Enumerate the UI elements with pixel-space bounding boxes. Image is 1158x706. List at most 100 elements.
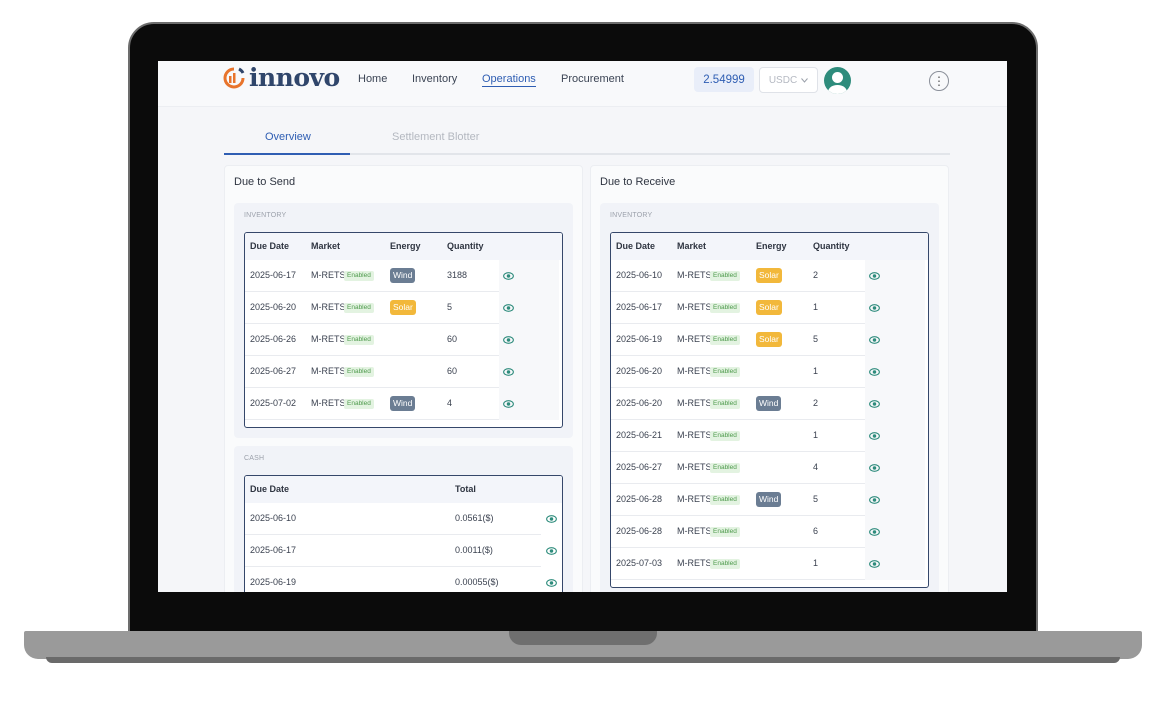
table-row[interactable]: 2025-06-26 M-RETS Enabled 60	[245, 324, 562, 356]
view-details-icon[interactable]	[869, 463, 880, 473]
quantity-cell: 1	[813, 558, 819, 568]
energy-type-badge: Solar	[756, 268, 782, 283]
energy-type-badge: Wind	[756, 492, 782, 507]
column-header[interactable]: Total	[455, 484, 476, 494]
energy-type-badge: Solar	[756, 300, 782, 315]
table-row[interactable]: 2025-06-20 M-RETS Enabled 1	[611, 356, 928, 388]
view-details-icon[interactable]	[869, 303, 880, 313]
table-row[interactable]: 2025-06-28 M-RETS Enabled 6	[611, 516, 928, 548]
table-row[interactable]: 2025-06-19 M-RETS Enabled Solar 5	[611, 324, 928, 356]
table-row[interactable]: 2025-06-27 M-RETS Enabled 60	[245, 356, 562, 388]
view-details-icon[interactable]	[503, 303, 514, 313]
nav-inventory[interactable]: Inventory	[412, 73, 457, 85]
due-date-cell: 2025-06-20	[616, 366, 663, 376]
market-cell: M-RETS	[677, 462, 712, 472]
view-details-icon[interactable]	[869, 335, 880, 345]
table-row[interactable]: 2025-07-03 M-RETS Enabled 1	[611, 548, 928, 580]
user-avatar[interactable]	[824, 67, 851, 94]
due-date-cell: 2025-06-28	[616, 494, 663, 504]
column-header[interactable]: Energy	[756, 241, 787, 251]
tab-settlement-blotter[interactable]: Settlement Blotter	[392, 131, 479, 143]
due-date-cell: 2025-06-19	[616, 334, 663, 344]
due-date-cell: 2025-07-03	[616, 558, 663, 568]
table-row[interactable]: 2025-07-02 M-RETS Enabled Wind 4	[245, 388, 562, 420]
view-details-icon[interactable]	[869, 431, 880, 441]
market-cell: M-RETS	[311, 398, 346, 408]
receive-inventory-section: INVENTORY Due Date Market Energy Quantit…	[600, 203, 939, 592]
view-details-icon[interactable]	[869, 527, 880, 537]
quantity-cell: 5	[447, 302, 453, 312]
table-row[interactable]: 2025-06-20 M-RETS Enabled Solar 5	[245, 292, 562, 324]
table-row[interactable]: 2025-06-19 0.00055($)	[245, 567, 562, 592]
quantity-cell: 5	[813, 494, 819, 504]
due-date-cell: 2025-06-21	[616, 430, 663, 440]
due-date-cell: 2025-06-17	[250, 545, 297, 555]
column-header[interactable]: Market	[677, 241, 706, 251]
quantity-cell: 2	[813, 398, 819, 408]
view-details-icon[interactable]	[503, 399, 514, 409]
view-details-icon[interactable]	[869, 367, 880, 377]
view-details-icon[interactable]	[869, 399, 880, 409]
table-row[interactable]: 2025-06-27 M-RETS Enabled 4	[611, 452, 928, 484]
energy-type-badge: Solar	[390, 300, 416, 315]
quantity-cell: 4	[447, 398, 453, 408]
section-label: INVENTORY	[244, 212, 287, 219]
nav-home[interactable]: Home	[358, 73, 387, 85]
view-details-icon[interactable]	[503, 271, 514, 281]
market-cell: M-RETS	[677, 398, 712, 408]
column-header[interactable]: Quantity	[447, 241, 484, 251]
status-badge: Enabled	[710, 431, 740, 441]
table-row[interactable]: 2025-06-10 0.0561($)	[245, 503, 562, 535]
send-inventory-table: Due Date Market Energy Quantity 2025-06-…	[244, 232, 563, 428]
table-row[interactable]: 2025-06-17 M-RETS Enabled Wind 3188	[245, 260, 562, 292]
table-row[interactable]: 2025-06-17 0.0011($)	[245, 535, 562, 567]
logo-text: innovo	[249, 63, 340, 92]
view-details-icon[interactable]	[869, 559, 880, 569]
due-to-send-panel: Due to Send INVENTORY Due Date Market En…	[224, 165, 583, 592]
more-options-button[interactable]: ⋮	[929, 71, 949, 91]
table-row[interactable]: 2025-06-21 M-RETS Enabled 1	[611, 420, 928, 452]
table-row[interactable]: 2025-06-17 M-RETS Enabled Solar 1	[611, 292, 928, 324]
currency-select[interactable]: USDC	[759, 67, 818, 93]
row-divider	[611, 579, 865, 580]
quantity-cell: 3188	[447, 270, 468, 280]
view-details-icon[interactable]	[503, 367, 514, 377]
app-screen: innovo Home Inventory Operations Procure…	[158, 61, 1007, 592]
avatar-body-shape	[828, 85, 847, 94]
nav-procurement[interactable]: Procurement	[561, 73, 624, 85]
view-details-icon[interactable]	[546, 546, 557, 556]
market-cell: M-RETS	[677, 558, 712, 568]
view-details-icon[interactable]	[546, 514, 557, 524]
status-badge: Enabled	[344, 271, 374, 281]
quantity-cell: 6	[813, 526, 819, 536]
status-badge: Enabled	[710, 335, 740, 345]
quantity-cell: 2	[813, 270, 819, 280]
avatar-head-shape	[832, 72, 843, 83]
view-details-icon[interactable]	[503, 335, 514, 345]
column-header[interactable]: Due Date	[616, 241, 655, 251]
column-header[interactable]: Due Date	[250, 484, 289, 494]
top-navigation-bar: innovo Home Inventory Operations Procure…	[158, 61, 1007, 107]
energy-type-badge: Solar	[756, 332, 782, 347]
status-badge: Enabled	[710, 559, 740, 569]
innovo-logo[interactable]: innovo	[223, 63, 340, 92]
nav-operations[interactable]: Operations	[482, 73, 536, 87]
status-badge: Enabled	[710, 495, 740, 505]
column-header[interactable]: Market	[311, 241, 340, 251]
column-header[interactable]: Energy	[390, 241, 421, 251]
table-row[interactable]: 2025-06-28 M-RETS Enabled Wind 5	[611, 484, 928, 516]
view-details-icon[interactable]	[869, 495, 880, 505]
market-cell: M-RETS	[677, 430, 712, 440]
tab-overview[interactable]: Overview	[265, 131, 311, 143]
market-cell: M-RETS	[677, 494, 712, 504]
view-details-icon[interactable]	[869, 271, 880, 281]
status-badge: Enabled	[710, 527, 740, 537]
table-row[interactable]: 2025-06-10 M-RETS Enabled Solar 2	[611, 260, 928, 292]
market-cell: M-RETS	[311, 270, 346, 280]
column-header[interactable]: Due Date	[250, 241, 289, 251]
column-header[interactable]: Quantity	[813, 241, 850, 251]
market-cell: M-RETS	[311, 334, 346, 344]
view-details-icon[interactable]	[546, 578, 557, 588]
send-cash-table: Due Date Total 2025-06-10 0.0561($) 2025-0…	[244, 475, 563, 592]
table-row[interactable]: 2025-06-20 M-RETS Enabled Wind 2	[611, 388, 928, 420]
